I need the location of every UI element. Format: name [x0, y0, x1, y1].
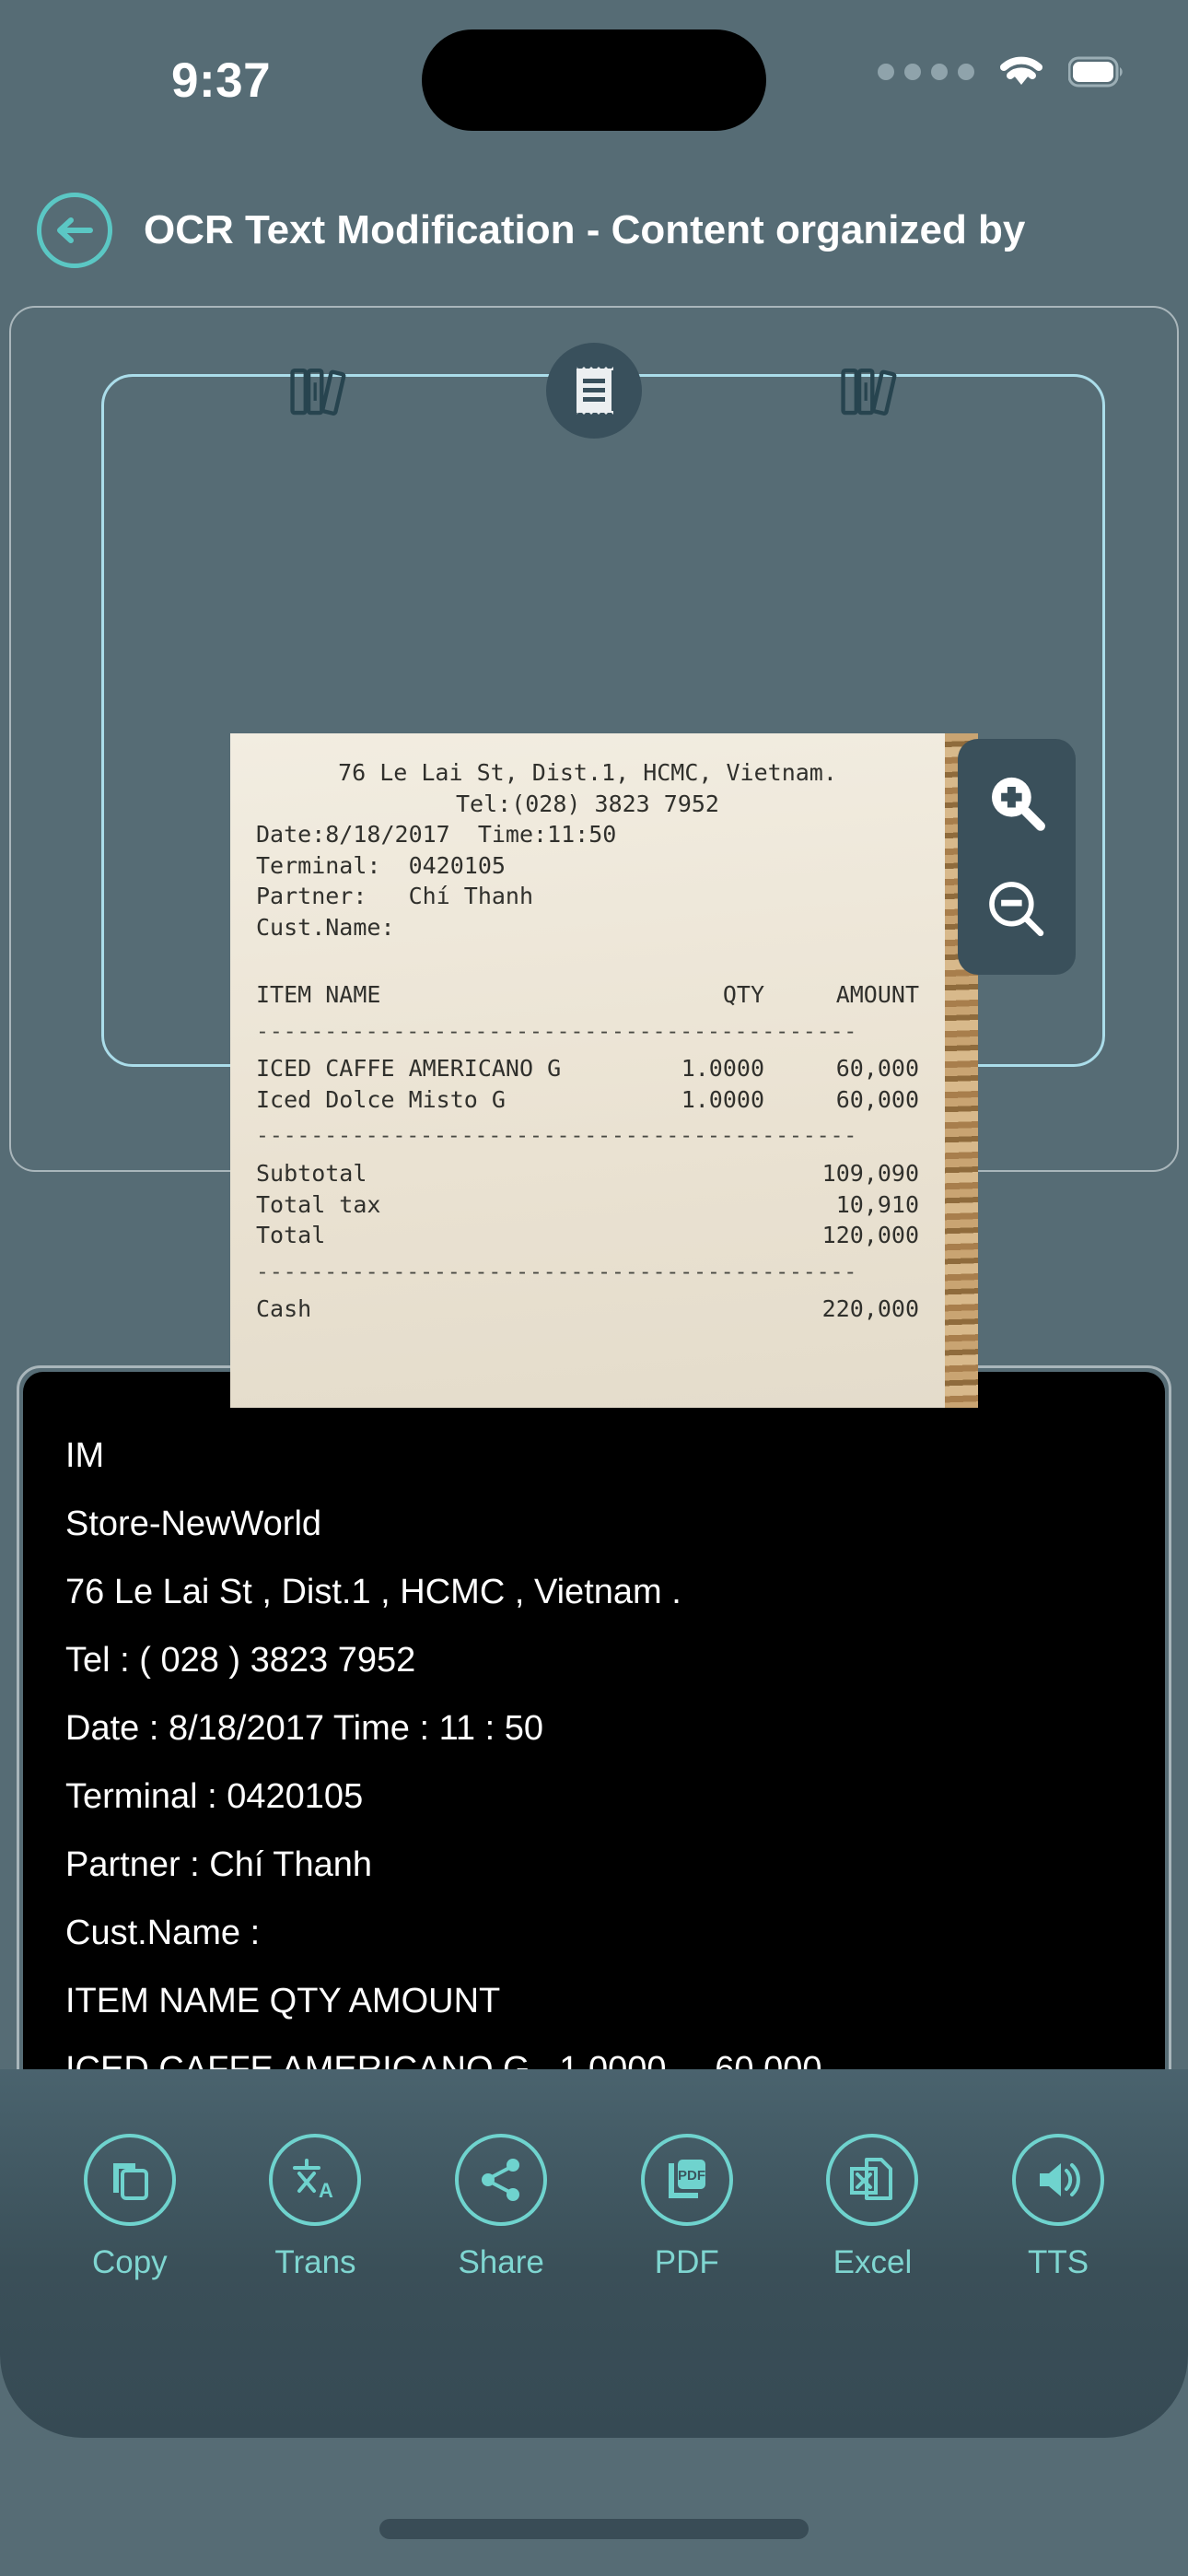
receipt-item-row: ICED CAFFE AMERICANO G 1.0000 60,000: [256, 1053, 919, 1084]
page-navigation-toolbar: [11, 345, 1177, 437]
translate-button[interactable]: A: [269, 2134, 361, 2226]
action-label: Excel: [833, 2244, 913, 2281]
ocr-line: 76 Le Lai St , Dist.1 , HCMC , Vietnam .: [65, 1558, 1123, 1626]
receipt-tel: Tel:(028) 3823 7952: [256, 789, 919, 820]
action-excel[interactable]: Excel: [798, 2134, 946, 2281]
status-time: 9:37: [171, 53, 271, 109]
page-header: OCR Text Modification - Content organize…: [0, 175, 1188, 286]
receipt-item-name: ICED CAFFE AMERICANO G: [256, 1053, 610, 1084]
page-title: OCR Text Modification - Content organize…: [144, 207, 1025, 253]
ocr-line: IM: [65, 1422, 1123, 1490]
receipt-total-value: 120,000: [822, 1220, 919, 1251]
receipt-page-indicator[interactable]: [546, 343, 642, 439]
receipt-item-row: Iced Dolce Misto G 1.0000 60,000: [256, 1084, 919, 1116]
receipt-col-amount: AMOUNT: [764, 979, 919, 1011]
receipt-item-amount: 60,000: [764, 1084, 919, 1116]
action-copy[interactable]: Copy: [56, 2134, 204, 2281]
action-trans[interactable]: A Trans: [241, 2134, 389, 2281]
back-arrow-icon: [53, 211, 96, 250]
action-toolbar: Copy A Trans: [0, 2069, 1188, 2438]
receipt-total-row: Total tax 10,910: [256, 1189, 919, 1221]
receipt-payment-value: 220,000: [822, 1294, 919, 1325]
ocr-line: Date : 8/18/2017 Time : 11 : 50: [65, 1694, 1123, 1762]
receipt-paper: 76 Le Lai St, Dist.1, HCMC, Vietnam. Tel…: [230, 733, 945, 1408]
action-label: Copy: [92, 2244, 168, 2281]
magnifier-plus-icon[interactable]: [984, 770, 1050, 837]
copy-icon: [104, 2154, 156, 2206]
receipt-payment-label: Cash: [256, 1294, 822, 1325]
action-tts[interactable]: TTS: [984, 2134, 1132, 2281]
back-button[interactable]: [37, 193, 112, 268]
books-icon[interactable]: [286, 358, 351, 423]
translate-icon: A: [289, 2154, 341, 2206]
action-pdf[interactable]: PDF PDF: [613, 2134, 761, 2281]
action-label: Trans: [274, 2244, 355, 2281]
receipt-item-qty: 1.0000: [610, 1084, 764, 1116]
receipt-partner: Partner: Chí Thanh: [256, 881, 919, 912]
zoom-controls: [958, 739, 1076, 975]
receipt-item-amount: 60,000: [764, 1053, 919, 1084]
receipt-photo[interactable]: 76 Le Lai St, Dist.1, HCMC, Vietnam. Tel…: [230, 733, 978, 1408]
pdf-file-icon: PDF: [661, 2154, 713, 2206]
ocr-line: Terminal : 0420105: [65, 1762, 1123, 1831]
books-icon[interactable]: [837, 358, 902, 423]
receipt-total-row: Subtotal 109,090: [256, 1158, 919, 1189]
ocr-line: Partner : Chí Thanh: [65, 1831, 1123, 1899]
copy-button[interactable]: [84, 2134, 176, 2226]
ocr-line: ITEM NAME QTY AMOUNT: [65, 1967, 1123, 2035]
dynamic-island: [422, 29, 766, 131]
action-share[interactable]: Share: [427, 2134, 575, 2281]
action-label: Share: [458, 2244, 543, 2281]
share-icon: [475, 2154, 527, 2206]
excel-button[interactable]: [826, 2134, 918, 2226]
status-icons: [878, 53, 1125, 90]
home-indicator[interactable]: [379, 2519, 809, 2539]
speaker-icon: [1032, 2154, 1084, 2206]
receipt-divider: ----------------------------------------…: [256, 1259, 919, 1287]
receipt-icon: [573, 365, 615, 416]
action-label: PDF: [655, 2244, 719, 2281]
receipt-divider: ----------------------------------------…: [256, 1018, 919, 1047]
receipt-address: 76 Le Lai St, Dist.1, HCMC, Vietnam.: [256, 757, 919, 789]
receipt-item-qty: 1.0000: [610, 1053, 764, 1084]
ocr-line: Cust.Name :: [65, 1899, 1123, 1967]
receipt-date-time: Date:8/18/2017 Time:11:50: [256, 819, 919, 850]
receipt-total-value: 10,910: [836, 1189, 919, 1221]
svg-text:PDF: PDF: [678, 2168, 705, 2184]
receipt-total-label: Total: [256, 1220, 822, 1251]
receipt-cust-name: Cust.Name:: [256, 912, 919, 943]
receipt-column-headers: ITEM NAME QTY AMOUNT: [256, 979, 919, 1011]
action-label: TTS: [1028, 2244, 1089, 2281]
magnifier-minus-icon[interactable]: [984, 877, 1050, 943]
receipt-total-row: Total 120,000: [256, 1220, 919, 1251]
app-screen: 9:37 OCR Text Modification - Cont: [0, 0, 1188, 2576]
excel-file-icon: [846, 2154, 898, 2206]
pdf-button[interactable]: PDF: [641, 2134, 733, 2226]
ocr-line: Store-NewWorld: [65, 1490, 1123, 1558]
wifi-icon: [996, 53, 1046, 90]
receipt-payment-row: Cash 220,000: [256, 1294, 919, 1325]
receipt-item-name: Iced Dolce Misto G: [256, 1084, 610, 1116]
receipt-total-value: 109,090: [822, 1158, 919, 1189]
svg-text:A: A: [319, 2179, 333, 2202]
image-preview-card: 76 Le Lai St, Dist.1, HCMC, Vietnam. Tel…: [9, 306, 1179, 1172]
battery-full-icon: [1068, 56, 1125, 88]
cellular-dots-icon: [878, 64, 974, 80]
receipt-col-qty: QTY: [610, 979, 764, 1011]
receipt-divider: ----------------------------------------…: [256, 1122, 919, 1151]
receipt-total-label: Total tax: [256, 1189, 836, 1221]
share-button[interactable]: [455, 2134, 547, 2226]
receipt-col-item: ITEM NAME: [256, 979, 610, 1011]
ocr-line: Tel : ( 028 ) 3823 7952: [65, 1626, 1123, 1694]
status-bar: 9:37: [0, 0, 1188, 138]
receipt-total-label: Subtotal: [256, 1158, 822, 1189]
tts-button[interactable]: [1012, 2134, 1104, 2226]
receipt-terminal: Terminal: 0420105: [256, 850, 919, 882]
